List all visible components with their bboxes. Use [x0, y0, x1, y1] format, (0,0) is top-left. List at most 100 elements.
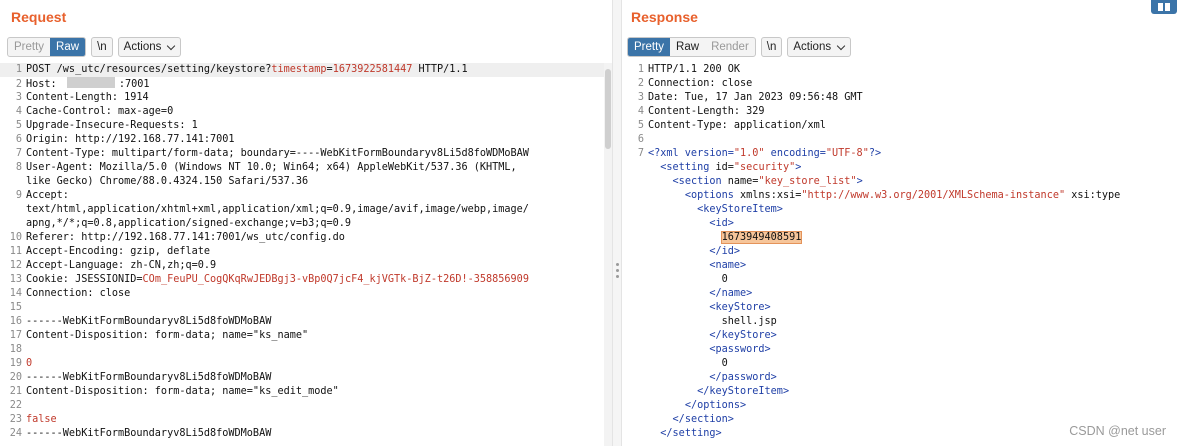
code-line: 20 ------WebKitFormBoundaryv8Li5d8foWDMoB… — [0, 371, 612, 385]
code-line: <keyStore> — [622, 301, 1181, 315]
code-token: text/html,application/xhtml+xml,applicat… — [26, 204, 529, 215]
line-number: 2 — [15, 79, 22, 90]
code-token: </id> — [709, 246, 741, 257]
code-token: xsi:type — [1065, 190, 1121, 201]
code-line: 11 Accept-Encoding: gzip, deflate — [0, 245, 612, 259]
code-token: xmlns:xsi= — [733, 190, 802, 201]
code-line: 0 — [622, 357, 1181, 371]
line-number: 13 — [9, 274, 22, 285]
code-token: "http://www.w3.org/2001/XMLSchema-instan… — [801, 190, 1066, 201]
code-line: text/html,application/xhtml+xml,applicat… — [0, 203, 612, 217]
code-line: shell.jsp — [622, 315, 1181, 329]
line-number: 6 — [15, 134, 22, 145]
line-number: 3 — [15, 92, 22, 103]
code-token: :7001 — [118, 79, 150, 90]
code-token: Upgrade-Insecure-Requests: 1 — [26, 120, 198, 131]
line-number: 22 — [9, 400, 22, 411]
response-tab-raw[interactable]: Raw — [670, 38, 705, 56]
response-newline-toggle[interactable]: \n — [760, 37, 783, 57]
code-line: <section name="key_store_list"> — [622, 175, 1181, 189]
response-editor[interactable]: 1 HTTP/1.1 200 OK 2 Connection: close 3 Date:… — [622, 63, 1181, 446]
code-line: 1 POST /ws_utc/resources/setting/keystore… — [0, 63, 612, 77]
request-editor[interactable]: 1 POST /ws_utc/resources/setting/keystore… — [0, 63, 612, 446]
code-line: 17 Content-Disposition: form-data; name="… — [0, 329, 612, 343]
request-tab-raw[interactable]: Raw — [50, 38, 86, 56]
response-pane: Response Pretty Raw Render \n Actions 1H… — [622, 0, 1181, 446]
line-number: 18 — [9, 344, 22, 355]
code-line: 24 ------WebKitFormBoundaryv8Li5d8foWDMoB… — [0, 427, 612, 441]
code-token: Accept-Encoding: gzip, deflate — [26, 246, 211, 257]
request-newline-toggle[interactable]: \n — [91, 37, 113, 57]
request-tab-pretty[interactable]: Pretty — [8, 38, 50, 56]
request-actions-label: Actions — [123, 41, 162, 53]
code-token: <section — [672, 176, 722, 187]
drag-handle-icon[interactable] — [616, 263, 620, 281]
response-tab-render[interactable]: Render — [705, 38, 755, 56]
code-line: <setting id="security"> — [622, 161, 1181, 175]
code-line: 6 — [622, 133, 1181, 147]
code-token: </options> — [684, 400, 747, 411]
code-line: </keyStoreItem> — [622, 385, 1181, 399]
layout-toggle-icon[interactable] — [1151, 0, 1177, 14]
code-token: </password> — [709, 372, 777, 383]
code-token: shell.jsp — [648, 316, 777, 327]
code-line: 1 HTTP/1.1 200 OK — [622, 63, 1181, 77]
code-line: <id> — [622, 217, 1181, 231]
response-actions-button[interactable]: Actions — [787, 37, 852, 57]
code-token: apng,*/*;q=0.8,application/signed-exchan… — [26, 218, 352, 229]
line-number: 7 — [637, 148, 644, 159]
code-token: <id> — [709, 218, 734, 229]
code-token: Referer: http://192.168.77.141:7001/ws_u… — [26, 232, 345, 243]
code-line: 15 — [0, 301, 612, 315]
response-toolbar: Pretty Raw Render \n Actions — [627, 37, 856, 57]
code-token: COm_FeuPU_CogQKqRwJEDBgj3-vBp0Q7jcF4_kjV… — [142, 274, 529, 285]
code-line: 13 Cookie: JSESSIONID=COm_FeuPU_CogQKqRwJ… — [0, 273, 612, 287]
code-line: 19 0 — [0, 357, 612, 371]
pane-splitter[interactable] — [612, 0, 622, 446]
line-number: 14 — [9, 288, 22, 299]
line-number: 10 — [9, 232, 22, 243]
code-line: </password> — [622, 371, 1181, 385]
code-token: "key_store_list" — [758, 176, 857, 187]
request-actions-button[interactable]: Actions — [117, 37, 182, 57]
code-line: like Gecko) Chrome/88.0.4324.150 Safari/… — [0, 175, 612, 189]
response-tab-pretty[interactable]: Pretty — [628, 38, 671, 56]
chevron-down-icon — [167, 41, 176, 50]
request-view-tabs: Pretty Raw — [7, 37, 87, 57]
line-number: 2 — [637, 78, 644, 89]
request-scroll-thumb[interactable] — [605, 69, 611, 149]
code-token: ?> — [868, 148, 882, 159]
code-line: apng,*/*;q=0.8,application/signed-exchan… — [0, 217, 612, 231]
code-token: Content-Type: multipart/form-data; bound… — [26, 148, 529, 159]
code-token: Content-Length: 329 — [648, 106, 765, 117]
code-line: <options xmlns:xsi="http://www.w3.org/20… — [622, 189, 1181, 203]
code-token: User-Agent: Mozilla/5.0 (Windows NT 10.0… — [26, 162, 517, 173]
line-number: 16 — [9, 316, 22, 327]
code-line: 4 Cache-Control: max-age=0 — [0, 105, 612, 119]
code-token: <setting — [660, 162, 710, 173]
code-token: Content-Type: application/xml — [648, 120, 826, 131]
line-number: 11 — [9, 246, 22, 257]
code-token: HTTP/1.1 — [412, 64, 468, 75]
code-token: </keyStore> — [709, 330, 777, 341]
code-token: Content-Disposition: form-data; name="ks… — [26, 386, 339, 397]
code-token: <password> — [709, 344, 771, 355]
code-line: 4 Content-Length: 329 — [622, 105, 1181, 119]
code-token: false — [26, 414, 57, 425]
code-line: 5 Content-Type: application/xml — [622, 119, 1181, 133]
line-number: 4 — [637, 106, 644, 117]
code-token: Cookie: JSESSIONID= — [26, 274, 143, 285]
code-line: 10 Referer: http://192.168.77.141:7001/ws… — [0, 231, 612, 245]
code-token: "UTF-8" — [825, 148, 869, 159]
code-line: 22 — [0, 399, 612, 413]
code-line: 7 Content-Type: multipart/form-data; boun… — [0, 147, 612, 161]
code-token: "security" — [733, 162, 796, 173]
request-scrollbar[interactable] — [604, 63, 612, 446]
code-token: <?xml version= — [648, 148, 734, 159]
code-token: </name> — [709, 288, 753, 299]
